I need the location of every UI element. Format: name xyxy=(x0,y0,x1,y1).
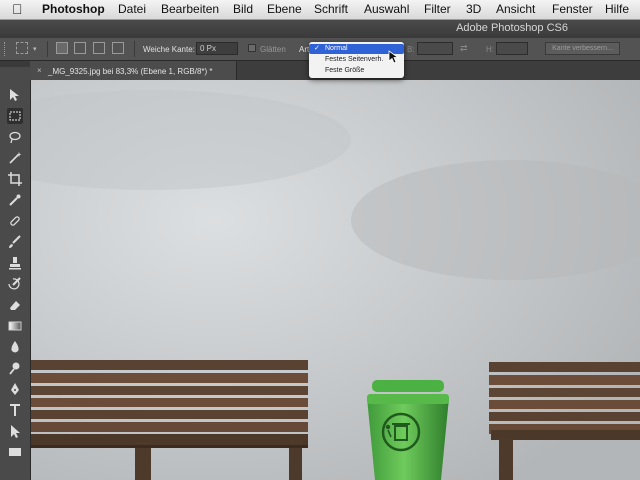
menu-ansicht[interactable]: Ansicht xyxy=(496,2,535,16)
height-input[interactable] xyxy=(496,42,528,55)
refine-edge-button[interactable]: Kante verbessern... xyxy=(545,42,620,55)
gradient-icon[interactable] xyxy=(7,318,23,334)
divider xyxy=(134,41,135,57)
add-selection-icon[interactable] xyxy=(74,42,86,54)
feather-input[interactable]: 0 Px xyxy=(196,42,238,55)
mac-menubar:  Photoshop Datei Bearbeiten Bild Ebene … xyxy=(0,0,640,20)
menu-filter[interactable]: Filter xyxy=(424,2,451,16)
trash-bin xyxy=(367,380,449,480)
pen-icon[interactable] xyxy=(7,381,23,397)
magic-wand-icon[interactable] xyxy=(7,150,23,166)
antialias-label: Glätten xyxy=(260,45,286,54)
antialias-checkbox[interactable] xyxy=(248,44,256,52)
swap-icon[interactable]: ⇄ xyxy=(460,43,468,54)
tools-header[interactable] xyxy=(0,61,30,67)
path-select-icon[interactable] xyxy=(7,423,23,439)
width-label: B: xyxy=(407,45,415,54)
dodge-icon[interactable] xyxy=(7,360,23,376)
menu-app-photoshop[interactable]: Photoshop xyxy=(42,2,105,16)
rect-marquee-icon[interactable] xyxy=(7,108,23,124)
history-brush-icon[interactable] xyxy=(7,276,23,292)
width-input[interactable] xyxy=(417,42,453,55)
move-tool-icon[interactable] xyxy=(7,87,23,103)
style-option-label: Feste Größe xyxy=(325,67,365,74)
lasso-icon[interactable] xyxy=(7,129,23,145)
checkmark-icon: ✓ xyxy=(314,45,320,52)
menu-ebene[interactable]: Ebene xyxy=(267,2,302,16)
intersect-selection-icon[interactable] xyxy=(112,42,124,54)
clone-stamp-icon[interactable] xyxy=(7,255,23,271)
menu-datei[interactable]: Datei xyxy=(118,2,146,16)
blur-icon[interactable] xyxy=(7,339,23,355)
mouse-cursor-icon xyxy=(388,50,400,64)
document-canvas[interactable] xyxy=(31,80,640,480)
style-option-fixed-size[interactable]: Feste Größe xyxy=(309,66,404,76)
tool-preset-icon[interactable] xyxy=(16,42,28,54)
divider xyxy=(47,41,48,57)
menu-bearbeiten[interactable]: Bearbeiten xyxy=(161,2,219,16)
photo xyxy=(31,80,640,480)
style-option-label: Festes Seitenverh. xyxy=(325,56,384,63)
menu-hilfe[interactable]: Hilfe xyxy=(605,2,629,16)
healing-brush-icon[interactable] xyxy=(7,213,23,229)
feather-label: Weiche Kante: xyxy=(143,45,195,54)
menu-auswahl[interactable]: Auswahl xyxy=(364,2,409,16)
close-icon[interactable]: × xyxy=(37,66,42,75)
crop-icon[interactable] xyxy=(7,171,23,187)
grip-handle[interactable] xyxy=(4,42,9,56)
tools-panel xyxy=(0,61,31,480)
document-tab[interactable]: × _MG_9325.jpg bei 83,3% (Ebene 1, RGB/8… xyxy=(30,61,237,80)
document-tab-label: _MG_9325.jpg bei 83,3% (Ebene 1, RGB/8*)… xyxy=(48,67,213,76)
window-titlebar: Adobe Photoshop CS6 xyxy=(0,20,640,38)
brush-icon[interactable] xyxy=(7,234,23,250)
style-option-label: Normal xyxy=(325,45,348,52)
window-title: Adobe Photoshop CS6 xyxy=(456,22,568,34)
menu-schrift[interactable]: Schrift xyxy=(314,2,348,16)
new-selection-icon[interactable] xyxy=(56,42,68,54)
menu-fenster[interactable]: Fenster xyxy=(552,2,593,16)
apple-icon[interactable]:  xyxy=(12,1,23,17)
rectangle-shape-icon[interactable] xyxy=(7,444,23,460)
eraser-icon[interactable] xyxy=(7,297,23,313)
height-label: H: xyxy=(486,45,494,54)
type-tool-icon[interactable] xyxy=(7,402,23,418)
chevron-down-icon[interactable]: ▾ xyxy=(33,45,37,53)
eyedropper-icon[interactable] xyxy=(7,192,23,208)
menu-3d[interactable]: 3D xyxy=(466,2,481,16)
subtract-selection-icon[interactable] xyxy=(93,42,105,54)
style-dropdown-menu: ✓ Normal Festes Seitenverh. Feste Größe xyxy=(309,42,404,78)
menu-bild[interactable]: Bild xyxy=(233,2,253,16)
